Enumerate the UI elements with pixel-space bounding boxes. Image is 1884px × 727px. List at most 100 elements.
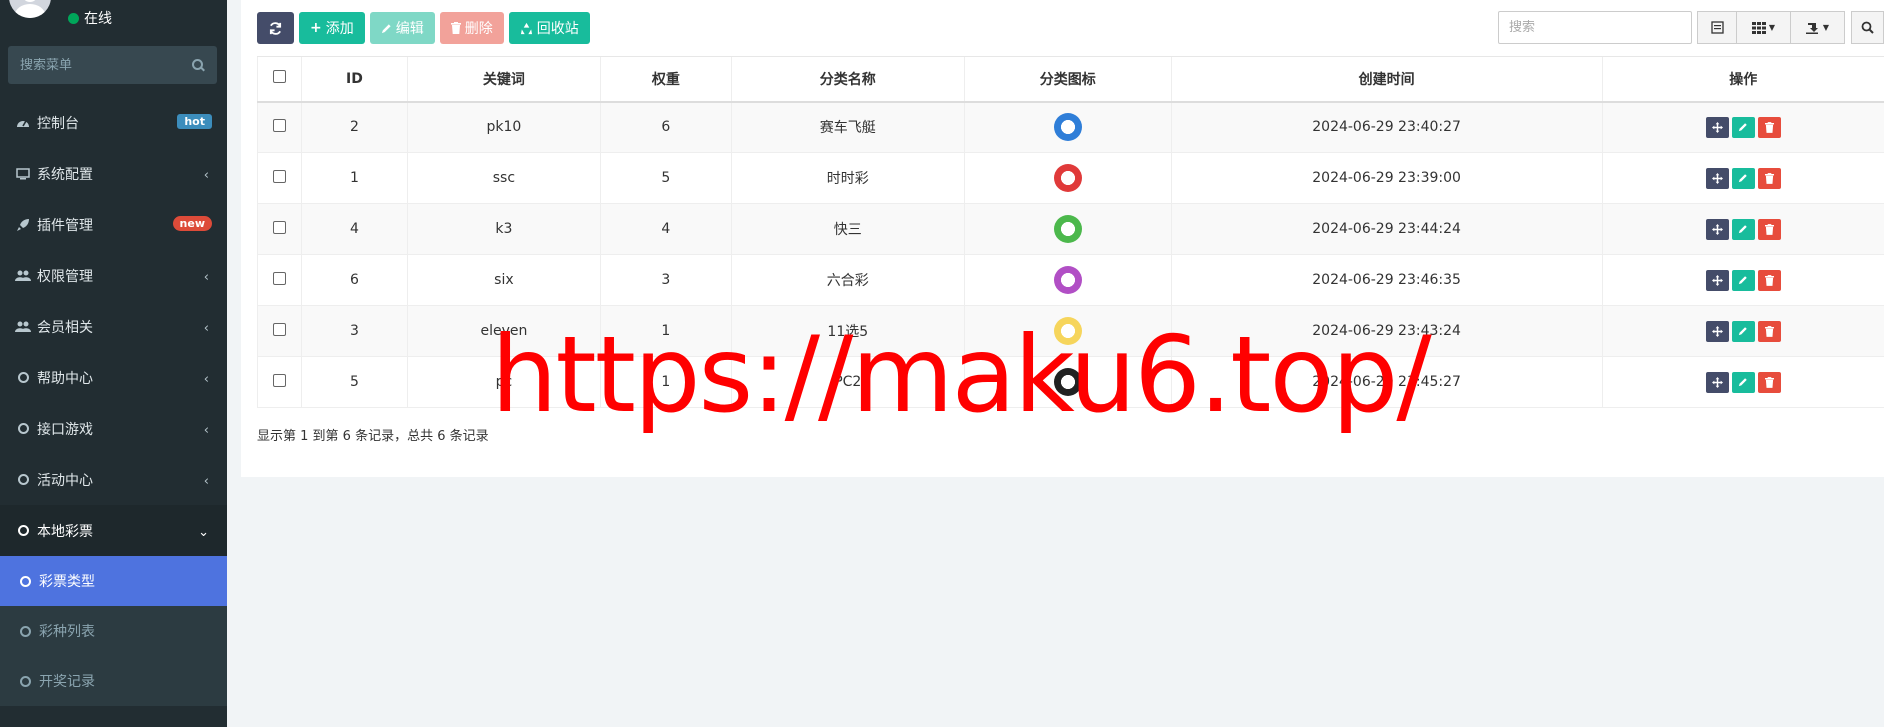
column-header-id[interactable]: ID bbox=[300, 56, 408, 103]
cell-category-name: 快三 bbox=[730, 203, 965, 255]
row-select-cell[interactable] bbox=[257, 305, 302, 357]
row-select-cell[interactable] bbox=[257, 356, 302, 408]
row-delete-button[interactable] bbox=[1757, 320, 1781, 342]
sidebar-item-label: 插件管理 bbox=[37, 217, 93, 234]
add-button-label: 添加 bbox=[325, 21, 354, 37]
table-row[interactable]: 6 six 3 六合彩 2024-06-29 23:46:35 bbox=[257, 254, 1884, 306]
column-header-keyword[interactable]: 关键词 bbox=[406, 56, 601, 103]
edit-button[interactable]: 编辑 bbox=[369, 12, 435, 44]
row-checkbox[interactable] bbox=[272, 169, 286, 183]
cell-created-time: 2024-06-29 23:44:24 bbox=[1170, 203, 1603, 255]
sidebar-item-local-lottery[interactable]: 本地彩票 ⌄ bbox=[0, 505, 227, 556]
column-header-weight[interactable]: 权重 bbox=[599, 56, 732, 103]
sidebar-item-system-config[interactable]: 系统配置 ‹ bbox=[0, 148, 227, 199]
circle-icon bbox=[15, 473, 31, 487]
cell-category-name: 六合彩 bbox=[730, 254, 965, 306]
drag-sort-button[interactable] bbox=[1705, 116, 1729, 138]
sidebar-subitem-lottery-types[interactable]: 彩票类型 bbox=[0, 556, 227, 606]
table-search[interactable] bbox=[1498, 11, 1692, 44]
row-checkbox[interactable] bbox=[272, 220, 286, 234]
select-all-checkbox[interactable] bbox=[272, 70, 286, 84]
online-status-label: 在线 bbox=[84, 11, 112, 27]
row-checkbox[interactable] bbox=[272, 322, 286, 336]
column-header-created-time[interactable]: 创建时间 bbox=[1170, 56, 1603, 103]
cell-actions bbox=[1601, 203, 1884, 255]
row-delete-button[interactable] bbox=[1757, 371, 1781, 393]
column-header-category-name[interactable]: 分类名称 bbox=[730, 56, 965, 103]
menu-search[interactable] bbox=[8, 46, 217, 84]
cell-weight: 4 bbox=[599, 203, 732, 255]
advanced-search-button[interactable] bbox=[1851, 11, 1884, 44]
add-button[interactable]: + 添加 bbox=[299, 12, 365, 44]
table-row[interactable]: 4 k3 4 快三 2024-06-29 23:44:24 bbox=[257, 203, 1884, 255]
sidebar-item-label: 系统配置 bbox=[37, 166, 93, 183]
drag-sort-button[interactable] bbox=[1705, 167, 1729, 189]
drag-sort-button[interactable] bbox=[1705, 218, 1729, 240]
row-select-cell[interactable] bbox=[257, 203, 302, 255]
trash-icon bbox=[1764, 223, 1774, 235]
trash-icon bbox=[1764, 172, 1774, 184]
sidebar-item-permissions[interactable]: 权限管理 ‹ bbox=[0, 250, 227, 301]
drag-sort-button[interactable] bbox=[1705, 371, 1729, 393]
cell-id: 2 bbox=[300, 101, 408, 153]
menu-search-input[interactable] bbox=[20, 57, 190, 73]
pencil-icon bbox=[1739, 276, 1748, 285]
sidebar-item-members[interactable]: 会员相关 ‹ bbox=[0, 301, 227, 352]
cell-created-time: 2024-06-29 23:39:00 bbox=[1170, 152, 1603, 204]
cell-id: 3 bbox=[300, 305, 408, 357]
drag-sort-button[interactable] bbox=[1705, 320, 1729, 342]
sidebar-item-activity-center[interactable]: 活动中心 ‹ bbox=[0, 454, 227, 505]
dashboard-icon bbox=[15, 116, 31, 130]
columns-toggle-button[interactable]: ▼ bbox=[1736, 11, 1791, 44]
circle-icon bbox=[15, 524, 31, 538]
row-edit-button[interactable] bbox=[1731, 167, 1755, 189]
refresh-button[interactable] bbox=[257, 12, 294, 44]
sidebar-subitem-draw-records[interactable]: 开奖记录 bbox=[0, 656, 227, 706]
sidebar-item-dashboard[interactable]: 控制台 hot bbox=[0, 97, 227, 148]
row-edit-button[interactable] bbox=[1731, 371, 1755, 393]
cell-category-icon bbox=[963, 101, 1172, 153]
row-select-cell[interactable] bbox=[257, 254, 302, 306]
pencil-icon bbox=[1739, 174, 1748, 183]
move-icon bbox=[1711, 121, 1723, 133]
delete-button[interactable]: 删除 bbox=[439, 12, 504, 44]
sidebar-item-plugins[interactable]: 插件管理 new bbox=[0, 199, 227, 250]
row-checkbox[interactable] bbox=[272, 118, 286, 132]
row-delete-button[interactable] bbox=[1757, 116, 1781, 138]
sidebar-item-api-games[interactable]: 接口游戏 ‹ bbox=[0, 403, 227, 454]
row-delete-button[interactable] bbox=[1757, 218, 1781, 240]
row-edit-button[interactable] bbox=[1731, 116, 1755, 138]
table-search-input[interactable] bbox=[1509, 20, 1681, 35]
toggle-view-button[interactable] bbox=[1697, 11, 1737, 44]
cell-category-icon bbox=[963, 254, 1172, 306]
row-edit-button[interactable] bbox=[1731, 218, 1755, 240]
row-select-cell[interactable] bbox=[257, 101, 302, 153]
sidebar-subitem-label: 彩种列表 bbox=[39, 624, 95, 640]
drag-sort-button[interactable] bbox=[1705, 269, 1729, 291]
watermark-text: https://maku6.top/ bbox=[491, 314, 1432, 436]
sidebar-item-help-center[interactable]: 帮助中心 ‹ bbox=[0, 352, 227, 403]
monitor-icon bbox=[15, 167, 31, 181]
export-icon bbox=[1805, 22, 1818, 34]
sidebar-subitem-lottery-list[interactable]: 彩种列表 bbox=[0, 606, 227, 656]
row-checkbox[interactable] bbox=[272, 373, 286, 387]
move-icon bbox=[1711, 172, 1723, 184]
avatar[interactable] bbox=[9, 0, 51, 18]
row-edit-button[interactable] bbox=[1731, 269, 1755, 291]
row-delete-button[interactable] bbox=[1757, 269, 1781, 291]
row-edit-button[interactable] bbox=[1731, 320, 1755, 342]
column-header-category-icon[interactable]: 分类图标 bbox=[963, 56, 1172, 103]
table-row[interactable]: 2 pk10 6 赛车飞艇 2024-06-29 23:40:27 bbox=[257, 101, 1884, 153]
cell-keyword: ssc bbox=[406, 152, 601, 204]
recycle-bin-button[interactable]: 回收站 bbox=[508, 12, 590, 44]
export-button[interactable]: ▼ bbox=[1790, 11, 1845, 44]
cell-weight: 6 bbox=[599, 101, 732, 153]
circle-icon bbox=[15, 371, 31, 385]
row-delete-button[interactable] bbox=[1757, 167, 1781, 189]
select-all-header[interactable] bbox=[257, 56, 302, 103]
table-row[interactable]: 1 ssc 5 时时彩 2024-06-29 23:39:00 bbox=[257, 152, 1884, 204]
row-checkbox[interactable] bbox=[272, 271, 286, 285]
row-select-cell[interactable] bbox=[257, 152, 302, 204]
trash-icon bbox=[1764, 325, 1774, 337]
search-icon[interactable] bbox=[191, 58, 205, 72]
